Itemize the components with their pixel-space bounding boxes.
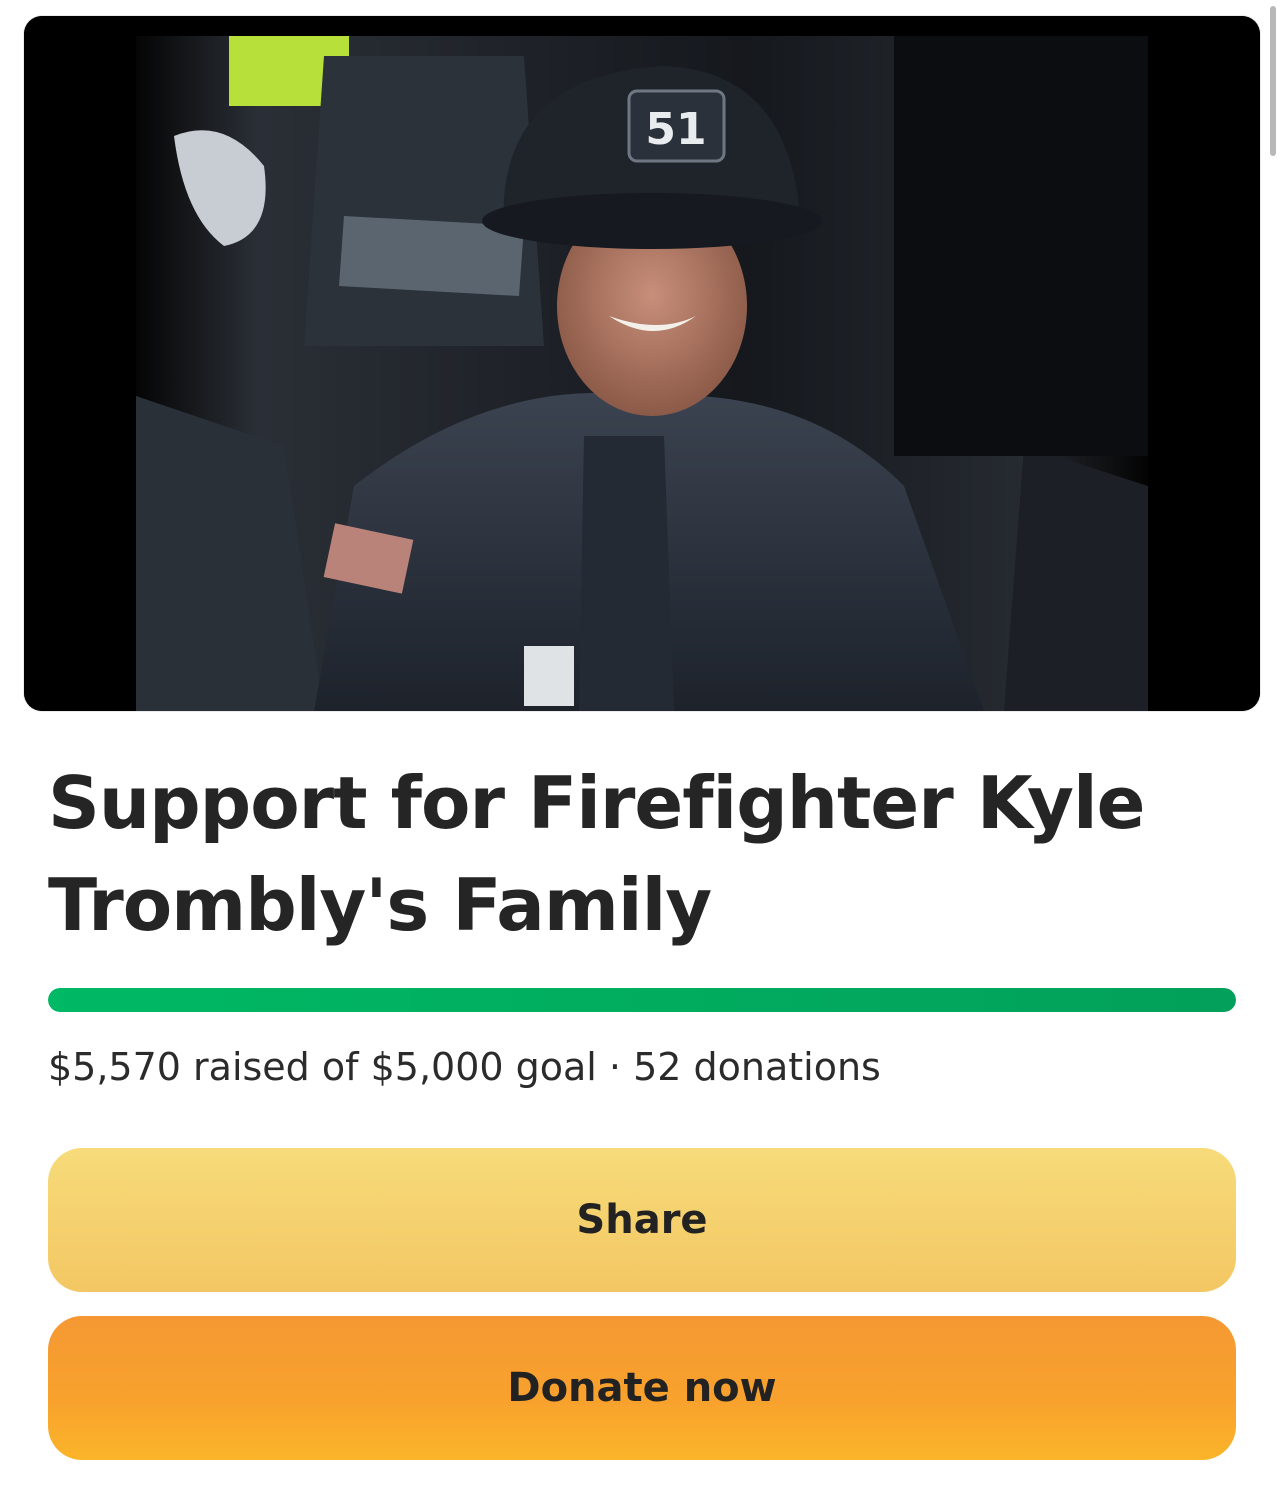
donate-button-label: Donate now xyxy=(507,1365,777,1411)
scrollbar[interactable] xyxy=(1270,6,1276,156)
share-button[interactable]: Share xyxy=(48,1148,1236,1292)
progress-bar xyxy=(48,988,1236,1012)
share-button-label: Share xyxy=(576,1197,708,1243)
campaign-title: Support for Firefighter Kyle Trombly's F… xyxy=(48,761,1145,947)
progress-fill xyxy=(48,988,1236,1012)
campaign-hero-image: 51 xyxy=(24,16,1260,711)
helmet-number: 51 xyxy=(645,104,706,155)
donation-stats: $5,570 raised of $5,000 goal · 52 donati… xyxy=(48,1045,881,1089)
firefighter-photo: 51 xyxy=(24,16,1260,711)
donate-now-button[interactable]: Donate now xyxy=(48,1316,1236,1460)
